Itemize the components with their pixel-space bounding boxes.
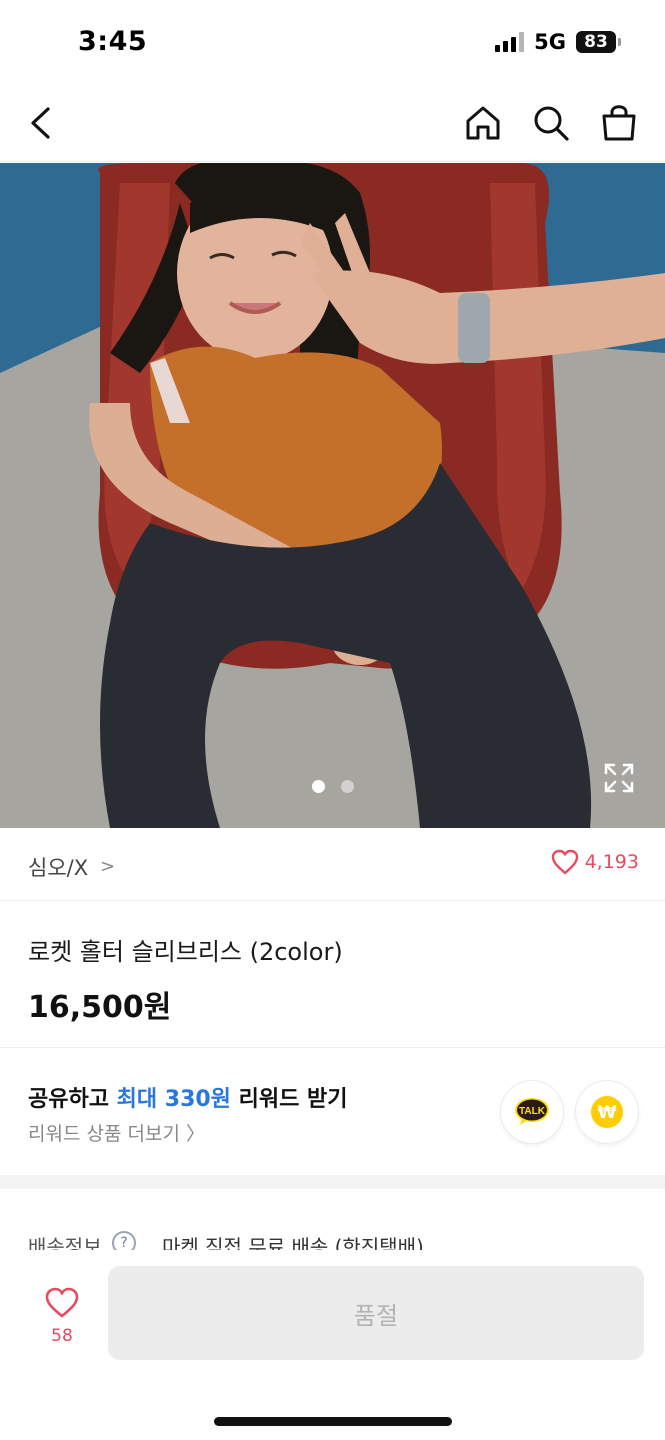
battery-icon: 83 [576, 31, 621, 53]
nav-bar [0, 88, 665, 162]
battery-level: 83 [576, 31, 616, 53]
shopping-bag-icon[interactable] [599, 102, 639, 144]
fullscreen-expand-icon[interactable] [603, 762, 635, 794]
reward-products-link[interactable]: 리워드 상품 더보기 〉 [28, 1119, 205, 1146]
kakaotalk-share-button[interactable]: TALK [501, 1081, 563, 1143]
home-icon[interactable] [463, 102, 503, 144]
status-bar: 3:45 5G 83 [0, 0, 665, 88]
wishlist-button[interactable]: 58 [36, 1286, 88, 1346]
heart-outline-icon [45, 1287, 79, 1318]
sold-out-button[interactable]: 품절 [108, 1266, 644, 1360]
wishlist-count: 58 [51, 1326, 73, 1346]
brand-like-button[interactable]: 4,193 [551, 849, 639, 875]
product-info: 로켓 홀터 슬리브리스 (2color) 16,500원 [0, 902, 665, 1048]
cellular-signal-icon [495, 32, 525, 52]
chevron-right-icon: > [100, 856, 116, 877]
carousel-dot-active[interactable] [311, 780, 325, 793]
reward-headline-prefix: 공유하고 [28, 1087, 117, 1112]
status-time: 3:45 [78, 26, 148, 57]
share-reward-section: 공유하고 최대 330원 리워드 받기 리워드 상품 더보기 〉 TALK ₩ [0, 1049, 665, 1175]
back-arrow-icon[interactable] [24, 102, 64, 144]
reward-headline: 공유하고 최대 330원 리워드 받기 [28, 1081, 347, 1113]
product-title: 로켓 홀터 슬리브리스 (2color) [28, 938, 343, 966]
carousel-indicator [0, 780, 665, 793]
won-symbol: ₩ [598, 1103, 617, 1123]
network-type: 5G [534, 30, 566, 54]
product-photo-illustration [0, 163, 665, 828]
reward-headline-suffix: 리워드 받기 [230, 1087, 348, 1112]
product-price: 16,500원 [28, 990, 172, 1025]
search-icon[interactable] [531, 102, 571, 144]
bottom-action-bar: 58 품절 [0, 1250, 665, 1440]
product-image[interactable] [0, 163, 665, 828]
brand-name[interactable]: 심오/X [28, 852, 88, 882]
section-divider [0, 1175, 665, 1189]
carousel-dot[interactable] [340, 780, 354, 793]
kakao-talk-label: TALK [519, 1106, 546, 1117]
like-count: 4,193 [584, 851, 639, 873]
heart-outline-icon [551, 849, 578, 875]
home-indicator[interactable] [214, 1417, 452, 1426]
kakaotalk-icon: TALK [515, 1098, 549, 1125]
brand-row[interactable]: 심오/X > 4,193 [0, 829, 665, 901]
won-coin-icon: ₩ [591, 1096, 623, 1128]
reward-coin-button[interactable]: ₩ [576, 1081, 638, 1143]
delivery-info: 배송정보 ? 마켓 직접 무료 배송 (한진택배) [0, 1189, 665, 1259]
reward-amount: 최대 330원 [116, 1087, 231, 1112]
status-indicators: 5G 83 [495, 30, 621, 54]
